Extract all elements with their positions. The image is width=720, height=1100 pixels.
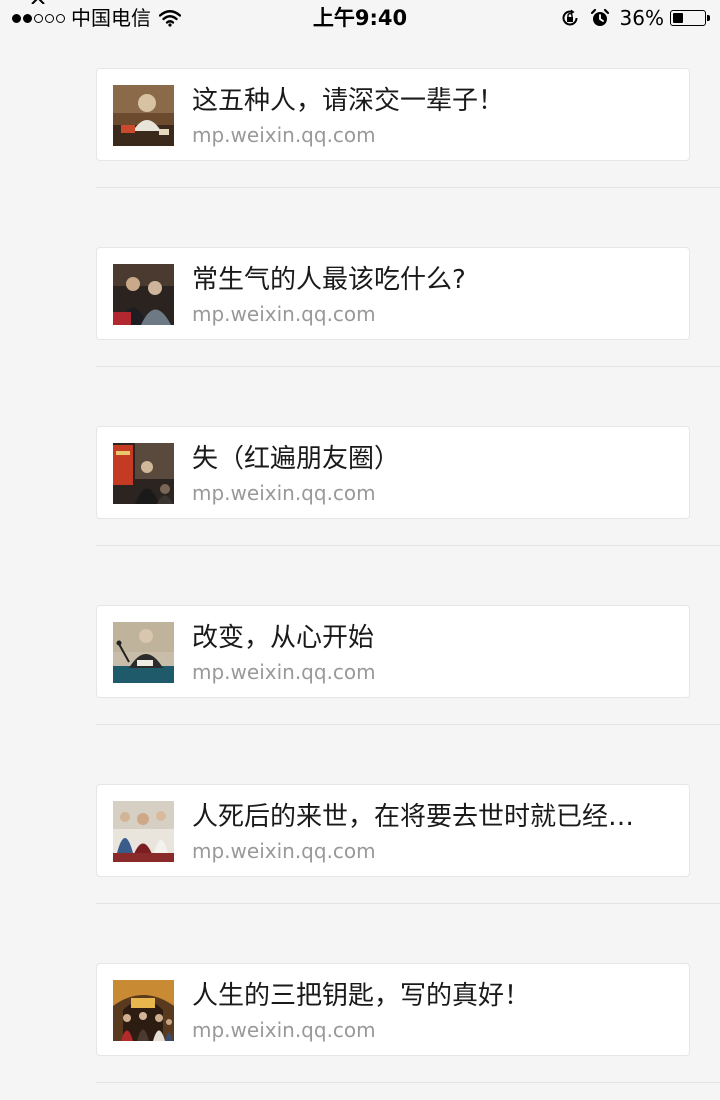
article-title: 这五种人，请深交一辈子！ [192, 86, 505, 116]
feed-item: 人生的三把钥匙，写的真好！ mp.weixin.qq.com [0, 963, 720, 1100]
battery-percent: 36% [619, 6, 664, 30]
feed-item: 常生气的人最该吃什么? mp.weixin.qq.com [0, 247, 720, 426]
feed-divider [96, 366, 720, 367]
feed-item: 这五种人，请深交一辈子！ mp.weixin.qq.com [0, 68, 720, 247]
article-source: mp.weixin.qq.com [192, 839, 376, 863]
article-title: 人生的三把钥匙，写的真好！ [192, 981, 531, 1011]
status-bar-right: 36% [560, 6, 710, 30]
article-source: mp.weixin.qq.com [192, 123, 376, 147]
article-source: mp.weixin.qq.com [192, 660, 376, 684]
feed-item: 失（红遍朋友圈） mp.weixin.qq.com [0, 426, 720, 605]
rotation-lock-icon [562, 9, 578, 26]
battery-icon [670, 10, 710, 26]
battery-fill [673, 13, 684, 23]
feed-divider [96, 724, 720, 725]
article-thumbnail-icon [113, 980, 174, 1041]
feed-divider [96, 903, 720, 904]
article-link-card[interactable]: 人死后的来世，在将要去世时就已经… mp.weixin.qq.com [96, 784, 690, 877]
alarm-icon [590, 8, 609, 26]
screen: 中国电信 上午9:40 36% 这五种人，请深交一辈子！ mp.weixin.q… [0, 0, 720, 1100]
article-title: 改变，从心开始 [192, 623, 375, 653]
feed-divider [96, 545, 720, 546]
article-thumbnail-icon [113, 264, 174, 325]
article-thumbnail-icon [113, 801, 174, 862]
article-title: 常生气的人最该吃什么? [192, 265, 466, 295]
article-link-card[interactable]: 常生气的人最该吃什么? mp.weixin.qq.com [96, 247, 690, 340]
status-bar: 中国电信 上午9:40 36% [0, 0, 720, 36]
article-thumbnail-icon [113, 85, 174, 146]
feed-item: 改变，从心开始 mp.weixin.qq.com [0, 605, 720, 784]
article-source: mp.weixin.qq.com [192, 481, 376, 505]
article-link-card[interactable]: 人生的三把钥匙，写的真好！ mp.weixin.qq.com [96, 963, 690, 1056]
article-title: 人死后的来世，在将要去世时就已经… [192, 802, 635, 832]
article-source: mp.weixin.qq.com [192, 1018, 376, 1042]
article-thumbnail-icon [113, 622, 174, 683]
article-title: 失（红遍朋友圈） [192, 444, 401, 474]
article-thumbnail-icon [113, 443, 174, 504]
article-link-card[interactable]: 失（红遍朋友圈） mp.weixin.qq.com [96, 426, 690, 519]
feed-divider [96, 1082, 720, 1083]
article-link-card[interactable]: 这五种人，请深交一辈子！ mp.weixin.qq.com [96, 68, 690, 161]
feed-item: 人死后的来世，在将要去世时就已经… mp.weixin.qq.com [0, 784, 720, 963]
article-source: mp.weixin.qq.com [192, 302, 376, 326]
article-link-card[interactable]: 改变，从心开始 mp.weixin.qq.com [96, 605, 690, 698]
battery-cap [707, 15, 710, 21]
feed-divider [96, 187, 720, 188]
